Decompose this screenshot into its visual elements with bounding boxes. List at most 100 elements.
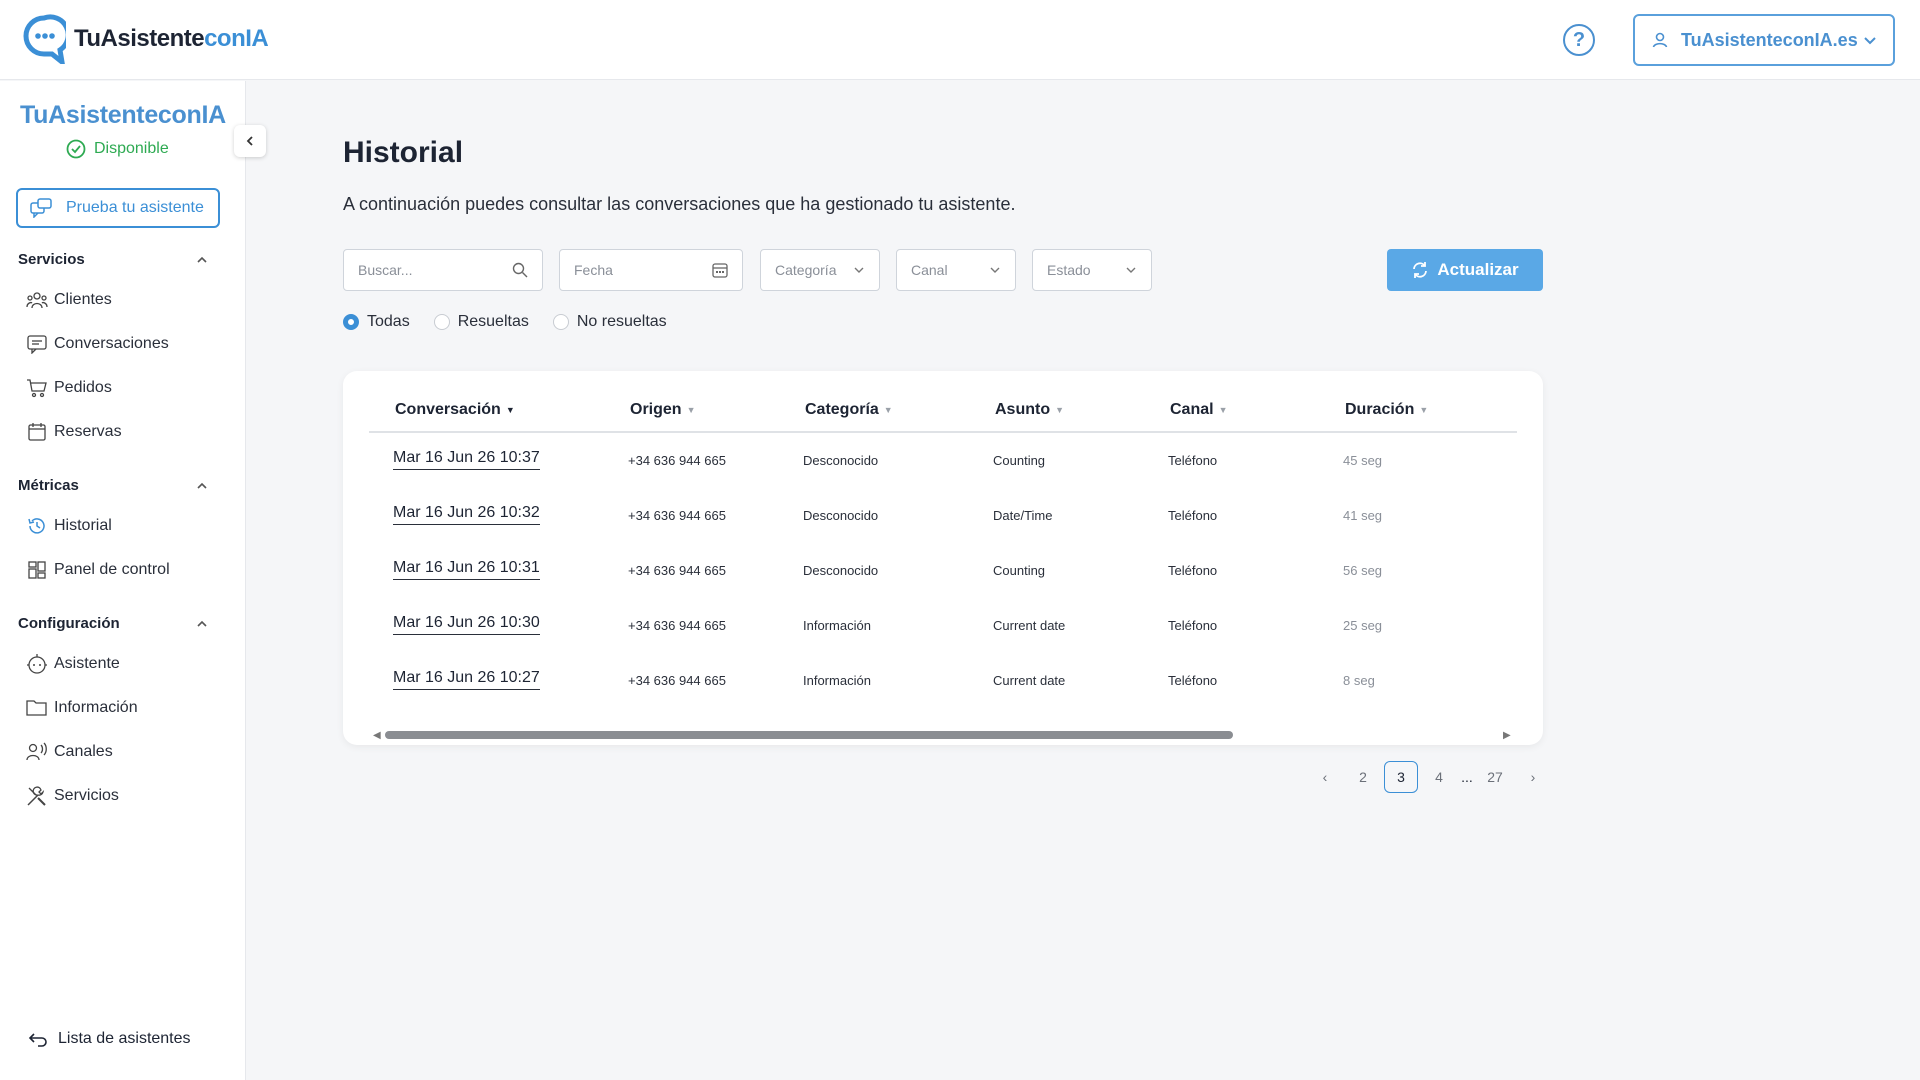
user-icon bbox=[1652, 32, 1668, 48]
category-select[interactable]: Categoría bbox=[760, 249, 880, 291]
refresh-button[interactable]: Actualizar bbox=[1387, 249, 1543, 291]
page-description: A continuación puedes consultar las conv… bbox=[343, 194, 1016, 214]
top-header: TuAsistenteconIA ? TuAsistenteconIA.es bbox=[0, 0, 1920, 80]
folder-icon bbox=[26, 697, 48, 719]
subject-cell: Counting bbox=[993, 563, 1046, 578]
conversation-link[interactable]: Mar 16 Jun 26 10:32 bbox=[393, 504, 540, 525]
date-input[interactable] bbox=[574, 262, 712, 278]
logo-text: TuAsistenteconIA bbox=[74, 25, 269, 53]
sidebar-item-label: Pedidos bbox=[54, 379, 112, 396]
horizontal-scrollbar[interactable]: ◀ ▶ bbox=[373, 730, 1513, 741]
sidebar-item-reservas[interactable]: Reservas bbox=[26, 421, 122, 443]
collapse-sidebar-button[interactable] bbox=[234, 125, 266, 157]
sidebar-item-pedidos[interactable]: Pedidos bbox=[26, 377, 112, 399]
prev-page-button[interactable]: ‹ bbox=[1308, 761, 1342, 793]
column-header-conversacion[interactable]: Conversación ▼ bbox=[395, 401, 515, 419]
chevron-down-icon bbox=[1126, 267, 1136, 273]
sort-icon: ▼ bbox=[1055, 405, 1065, 415]
duration-cell: 25 seg bbox=[1343, 618, 1383, 633]
status-select[interactable]: Estado bbox=[1032, 249, 1152, 291]
radio-label: No resueltas bbox=[576, 313, 667, 330]
table-row[interactable]: Mar 16 Jun 26 10:27 +34 636 944 665 Info… bbox=[343, 655, 1543, 710]
assistants-list-link[interactable]: Lista de asistentes bbox=[28, 1030, 191, 1048]
sidebar-item-canales[interactable]: Canales bbox=[26, 741, 113, 763]
category-select-value: Categoría bbox=[775, 262, 837, 278]
conversation-link[interactable]: Mar 16 Jun 26 10:30 bbox=[393, 614, 540, 635]
conversation-link[interactable]: Mar 16 Jun 26 10:37 bbox=[393, 449, 540, 470]
sidebar-item-label: Panel de control bbox=[54, 561, 170, 578]
sidebar-item-informacion[interactable]: Información bbox=[26, 697, 138, 719]
scroll-left-icon[interactable]: ◀ bbox=[373, 730, 381, 741]
sidebar-item-asistente[interactable]: Asistente bbox=[26, 653, 120, 675]
radio-label: Todas bbox=[367, 313, 410, 330]
try-assistant-button[interactable]: Prueba tu asistente bbox=[16, 188, 220, 228]
chevron-left-icon bbox=[246, 136, 253, 146]
page-button-last[interactable]: 27 bbox=[1478, 761, 1512, 793]
conversation-link[interactable]: Mar 16 Jun 26 10:27 bbox=[393, 669, 540, 690]
subject-cell: Current date bbox=[993, 673, 1066, 688]
column-header-asunto[interactable]: Asunto ▼ bbox=[995, 401, 1064, 419]
duration-cell: 45 seg bbox=[1343, 453, 1383, 468]
voice-icon bbox=[26, 741, 48, 763]
robot-icon bbox=[26, 653, 48, 675]
section-metricas[interactable]: Métricas bbox=[18, 477, 208, 494]
next-page-button[interactable]: › bbox=[1516, 761, 1550, 793]
sidebar: TuAsistenteconIA Disponible Prueba tu as… bbox=[0, 81, 266, 1080]
table-row[interactable]: Mar 16 Jun 26 10:37 +34 636 944 665 Desc… bbox=[343, 435, 1543, 490]
account-dropdown[interactable]: TuAsistenteconIA.es bbox=[1633, 14, 1895, 66]
table-row[interactable]: Mar 16 Jun 26 10:32 +34 636 944 665 Desc… bbox=[343, 490, 1543, 545]
origin-cell: +34 636 944 665 bbox=[628, 673, 726, 688]
page-button[interactable]: 2 bbox=[1346, 761, 1380, 793]
radio-no-resueltas[interactable]: No resueltas bbox=[552, 313, 667, 331]
refresh-icon bbox=[1413, 262, 1428, 278]
status-select-value: Estado bbox=[1047, 262, 1091, 278]
origin-cell: +34 636 944 665 bbox=[628, 563, 726, 578]
history-icon bbox=[26, 515, 48, 537]
return-arrow-icon bbox=[28, 1033, 47, 1047]
sidebar-item-historial[interactable]: Historial bbox=[26, 515, 112, 537]
try-assistant-label: Prueba tu asistente bbox=[66, 199, 204, 216]
scroll-right-icon[interactable]: ▶ bbox=[1503, 730, 1511, 741]
conversation-link[interactable]: Mar 16 Jun 26 10:31 bbox=[393, 559, 540, 580]
channel-select[interactable]: Canal bbox=[896, 249, 1016, 291]
page-title: Historial bbox=[343, 136, 464, 169]
radio-todas[interactable]: Todas bbox=[343, 313, 410, 331]
radio-dot bbox=[552, 314, 569, 330]
section-servicios[interactable]: Servicios bbox=[18, 251, 208, 268]
origin-cell: +34 636 944 665 bbox=[628, 508, 726, 523]
scrollbar-thumb[interactable] bbox=[385, 731, 1233, 739]
column-header-canal[interactable]: Canal ▼ bbox=[1170, 401, 1228, 419]
column-header-categoria[interactable]: Categoría ▼ bbox=[805, 401, 893, 419]
column-label: Origen bbox=[630, 401, 682, 418]
search-input[interactable] bbox=[358, 262, 512, 278]
search-icon bbox=[512, 262, 528, 278]
column-header-duracion[interactable]: Duración ▼ bbox=[1345, 401, 1428, 419]
category-cell: Desconocido bbox=[803, 508, 879, 523]
status-text: Disponible bbox=[94, 140, 169, 157]
app-logo[interactable]: TuAsistenteconIA bbox=[22, 14, 269, 64]
search-field[interactable] bbox=[343, 249, 543, 291]
section-configuracion[interactable]: Configuración bbox=[18, 615, 208, 632]
sidebar-item-label: Asistente bbox=[54, 655, 120, 672]
column-header-origen[interactable]: Origen ▼ bbox=[630, 401, 695, 419]
table-row[interactable]: Mar 16 Jun 26 10:30 +34 636 944 665 Info… bbox=[343, 600, 1543, 655]
pagination: ‹ 2 3 4 ... 27 › bbox=[1308, 761, 1554, 793]
sidebar-item-panel-de-control[interactable]: Panel de control bbox=[26, 559, 170, 581]
table-row[interactable]: Mar 16 Jun 26 10:31 +34 636 944 665 Desc… bbox=[343, 545, 1543, 600]
help-button[interactable]: ? bbox=[1563, 24, 1595, 56]
date-field[interactable] bbox=[559, 249, 743, 291]
origin-cell: +34 636 944 665 bbox=[628, 618, 726, 633]
users-icon bbox=[26, 289, 48, 311]
chat-logo-icon bbox=[23, 14, 66, 64]
chevron-down-icon bbox=[990, 267, 1000, 273]
sidebar-item-servicios[interactable]: Servicios bbox=[26, 785, 119, 807]
radio-resueltas[interactable]: Resueltas bbox=[433, 313, 529, 331]
duration-cell: 41 seg bbox=[1343, 508, 1383, 523]
sidebar-item-clientes[interactable]: Clientes bbox=[26, 289, 112, 311]
sidebar-item-conversaciones[interactable]: Conversaciones bbox=[26, 333, 169, 355]
table-header: Conversación ▼ Origen ▼ Categoría ▼ Asunto ▼… bbox=[369, 371, 1517, 433]
sidebar-item-label: Servicios bbox=[54, 787, 119, 804]
page-button-current[interactable]: 3 bbox=[1384, 761, 1418, 793]
chevron-up-icon bbox=[197, 256, 207, 263]
column-label: Duración bbox=[1345, 401, 1415, 418]
